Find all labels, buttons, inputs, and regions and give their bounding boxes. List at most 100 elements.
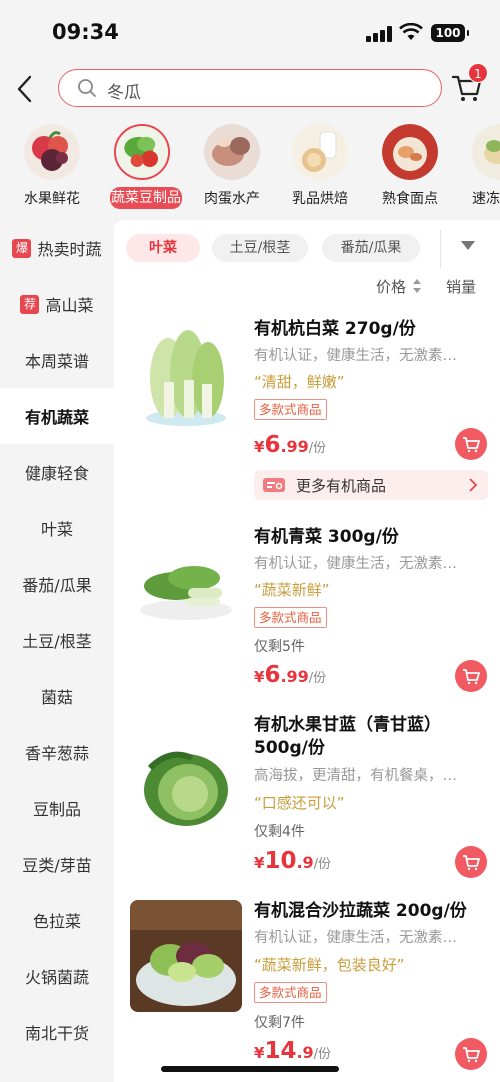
filter-chip-tomato[interactable]: 番茄/瓜果	[322, 234, 420, 262]
product-desc: 有机认证，健康生活，无激素残留	[254, 930, 464, 946]
category-item-dairy[interactable]: 乳品烘焙	[276, 120, 366, 216]
vegetables-image	[114, 124, 170, 180]
product-price: ¥6.99/份	[254, 432, 327, 458]
hot-badge: 爆	[12, 238, 32, 258]
cart-badge: 1	[468, 63, 488, 83]
product-price: ¥14.9/份	[254, 1038, 332, 1064]
sidebar-item-tomato-melon[interactable]: 番茄/瓜果	[0, 556, 114, 612]
product-desc: 高海拔，更清甜，有机餐桌，健康生活	[254, 768, 464, 784]
product-review-quote: “蔬菜新鲜”	[254, 581, 330, 599]
category-label: 熟食面点	[382, 191, 438, 207]
sidebar-item-label: 菌菇	[40, 688, 73, 707]
status-time: 09:34	[52, 20, 119, 44]
category-item-vegetables[interactable]: 蔬菜豆制品	[98, 120, 188, 216]
sidebar-item-label: 土豆/根茎	[22, 632, 92, 651]
cart-icon	[463, 855, 480, 871]
sidebar-item-label: 色拉菜	[32, 912, 81, 931]
search-input[interactable]: 冬瓜	[58, 69, 442, 107]
add-to-cart-button[interactable]	[455, 428, 487, 460]
fruit-flower-image	[24, 124, 80, 180]
category-item-fruit[interactable]: 水果鲜花	[8, 120, 98, 216]
sidebar-item-beans[interactable]: 豆类/芽苗	[0, 836, 114, 892]
sidebar-item-leafy[interactable]: 叶菜	[0, 500, 114, 556]
product-review-quote: “口感还可以”	[254, 794, 345, 812]
sidebar-item-root[interactable]: 土豆/根茎	[0, 612, 114, 668]
product-image[interactable]	[130, 322, 242, 434]
category-item-frozen[interactable]: 速冻	[456, 120, 500, 216]
sidebar-item-label: 火锅菌蔬	[24, 968, 89, 987]
frozen-image	[472, 124, 500, 180]
filter-chip-leafy[interactable]: 叶菜	[126, 234, 200, 262]
add-to-cart-button[interactable]	[455, 660, 487, 692]
product-desc: 有机认证，健康生活，无激素残留	[254, 348, 464, 364]
sidebar-item-organic[interactable]: 有机蔬菜	[0, 388, 114, 444]
add-to-cart-button[interactable]	[455, 1038, 487, 1070]
product-desc: 有机认证，健康生活，无激素残留	[254, 556, 464, 572]
dairy-bakery-image	[292, 124, 348, 180]
sidebar-item-mushroom[interactable]: 菌菇	[0, 668, 114, 724]
product-list-panel: 叶菜 土豆/根茎 番茄/瓜果 价格 销量 有机杭白菜 270g/份 有机认证，健…	[114, 220, 500, 1082]
sidebar: 爆 热卖时蔬 荐 高山菜 本周菜谱 有机蔬菜 健康轻食 叶菜 番茄/瓜果 土豆/…	[0, 220, 114, 1082]
deli-noodles-image	[382, 124, 438, 180]
sidebar-item-label: 番茄/瓜果	[22, 576, 92, 595]
meat-egg-seafood-image	[204, 124, 260, 180]
category-row: 水果鲜花 蔬菜豆制品 肉蛋水产 乳品烘焙 熟食面点 速冻	[0, 120, 500, 218]
sort-by-sales[interactable]: 销量	[446, 276, 476, 297]
product-image[interactable]	[130, 728, 242, 840]
sidebar-item-spices[interactable]: 香辛葱蒜	[0, 724, 114, 780]
product-review-quote: “蔬菜新鲜，包装良好”	[254, 956, 405, 974]
product-title: 有机杭白菜 270g/份	[254, 319, 416, 339]
stock-remaining: 仅剩7件	[254, 1015, 305, 1031]
multi-style-tag: 多款式商品	[254, 607, 327, 628]
sidebar-item-label: 香辛葱蒜	[24, 744, 89, 763]
product-price: ¥6.99/份	[254, 662, 327, 688]
more-organic-banner[interactable]: 更多有机商品	[254, 470, 488, 500]
category-label: 乳品烘焙	[292, 191, 348, 207]
cellular-signal-icon	[366, 26, 392, 42]
sort-by-price[interactable]: 价格	[376, 276, 406, 297]
sidebar-item-recipes[interactable]: 本周菜谱	[0, 332, 114, 388]
filter-chip-root[interactable]: 土豆/根茎	[212, 234, 308, 262]
product-title: 有机水果甘蓝（青甘蓝）500g/份	[254, 715, 441, 758]
sidebar-item-tofu[interactable]: 豆制品	[0, 780, 114, 836]
category-label: 水果鲜花	[24, 191, 80, 207]
cart-icon	[463, 437, 480, 453]
chip-fade	[430, 230, 440, 266]
sidebar-item-dried[interactable]: 南北干货	[0, 1004, 114, 1060]
sidebar-item-light-meal[interactable]: 健康轻食	[0, 444, 114, 500]
sidebar-item-label: 高山菜	[45, 296, 94, 315]
sidebar-item-label: 本周菜谱	[24, 352, 89, 371]
back-icon[interactable]	[12, 72, 40, 106]
multi-style-tag: 多款式商品	[254, 982, 327, 1003]
multi-style-tag: 多款式商品	[254, 399, 327, 420]
sidebar-item-label: 有机蔬菜	[24, 408, 89, 427]
add-to-cart-button[interactable]	[455, 846, 487, 878]
home-indicator[interactable]	[161, 1066, 339, 1072]
sidebar-item-label: 南北干货	[24, 1024, 89, 1043]
expand-down-icon[interactable]	[458, 238, 478, 252]
sidebar-item-label: 健康轻食	[24, 464, 89, 483]
store-icon	[263, 478, 285, 492]
category-label: 蔬菜豆制品	[110, 187, 182, 209]
cart-icon	[463, 1047, 480, 1063]
category-label: 肉蛋水产	[204, 191, 260, 207]
sort-arrows-icon	[413, 279, 421, 293]
sidebar-item-hot[interactable]: 爆 热卖时蔬	[0, 220, 114, 276]
divider	[440, 230, 441, 268]
product-image[interactable]	[130, 900, 242, 1012]
category-label: 速冻	[472, 191, 500, 207]
product-price: ¥10.9/份	[254, 848, 332, 874]
sidebar-item-salad[interactable]: 色拉菜	[0, 892, 114, 948]
recommend-badge: 荐	[20, 294, 40, 314]
sidebar-item-hotpot[interactable]: 火锅菌蔬	[0, 948, 114, 1004]
sidebar-item-label: 豆制品	[32, 800, 81, 819]
search-icon	[78, 79, 96, 97]
stock-remaining: 仅剩4件	[254, 824, 305, 840]
product-image[interactable]	[130, 530, 242, 642]
sidebar-item-label: 豆类/芽苗	[22, 856, 92, 875]
category-item-deli[interactable]: 熟食面点	[366, 120, 456, 216]
category-item-meat[interactable]: 肉蛋水产	[188, 120, 278, 216]
sidebar-item-highland[interactable]: 荐 高山菜	[0, 276, 114, 332]
sidebar-item-label: 叶菜	[40, 520, 73, 539]
search-query: 冬瓜	[107, 83, 141, 103]
